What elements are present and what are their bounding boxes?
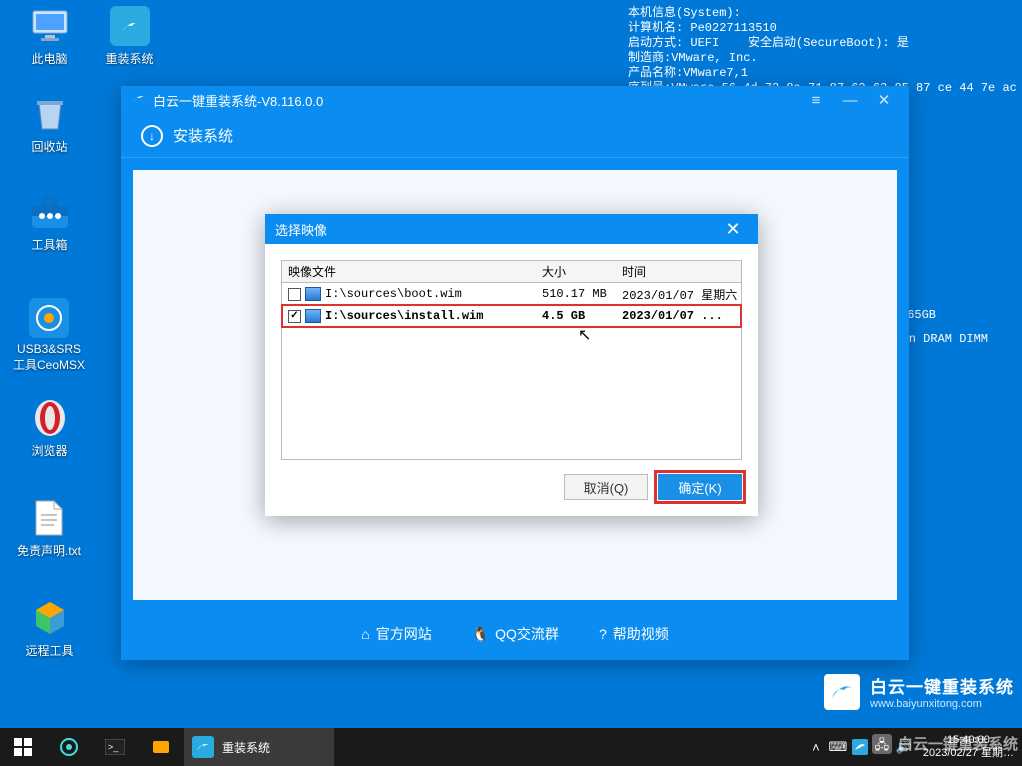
brand-watermark: 白云一键重装系统 www.baiyunxitong.com [824, 673, 1014, 710]
disk-icon [305, 287, 321, 301]
tray-up-icon[interactable]: ˄ [805, 740, 827, 755]
start-button[interactable] [0, 728, 46, 766]
table-header: 映像文件 大小 时间 [282, 261, 741, 283]
desktop-icon-label: 免责声明.txt [8, 542, 90, 559]
desktop-icon-this-pc[interactable]: 此电脑 [12, 6, 87, 67]
reinstall-icon [110, 6, 150, 46]
file-path: I:\sources\install.wim [325, 309, 483, 323]
col-size: 大小 [542, 263, 622, 280]
bg-ram-info: n DRAM DIMM [909, 332, 988, 346]
recycle-bin-icon [30, 94, 70, 134]
col-time: 时间 [622, 263, 741, 280]
disk-icon [305, 309, 321, 323]
desktop-icon-label: USB3&SRS 工具CeoMSX [6, 342, 92, 373]
footer-link-site[interactable]: ⌂ 官方网站 [361, 624, 431, 644]
file-time: 2023/01/07 星期六 [622, 286, 741, 303]
table-row[interactable]: I:\sources\boot.wim 510.17 MB 2023/01/07… [282, 283, 741, 305]
desktop-icon-toolbox[interactable]: 工具箱 [12, 192, 87, 253]
usb-tool-icon [29, 298, 69, 338]
footer-link-qq[interactable]: 🐧 QQ交流群 [472, 624, 559, 644]
system-tray: ˄ ⌨ 🖧 🔊 白云一键重装系统 15:40:00 2023/02/27 星期… [805, 728, 1022, 766]
app-footer: ⌂ 官方网站 🐧 QQ交流群 ? 帮助视频 [121, 624, 909, 644]
footer-link-help[interactable]: ? 帮助视频 [599, 624, 669, 644]
checkbox-icon[interactable]: ✓ [288, 310, 301, 323]
close-button[interactable]: ✕ [867, 86, 901, 114]
taskbar-app-1[interactable] [46, 728, 92, 766]
desktop-icon-remote[interactable]: 远程工具 [12, 598, 87, 659]
dialog-title: 选择映像 [275, 220, 327, 239]
section-header: ↓ 安装系统 [121, 114, 909, 158]
tray-keyboard-icon[interactable]: ⌨ [827, 739, 849, 755]
taskbar: >_ 重装系统 ˄ ⌨ 🖧 🔊 白云一键重装系统 15:40:00 2023/0… [0, 728, 1022, 766]
toolbox-icon [30, 192, 70, 232]
dialog-close-button[interactable]: ✕ [718, 214, 748, 244]
opera-icon [30, 398, 70, 438]
app-title: 白云一键重装系统-V8.116.0.0 [153, 91, 323, 110]
remote-tool-icon [30, 598, 70, 638]
desktop-icon-label: 回收站 [12, 138, 87, 155]
minimize-button[interactable]: — [833, 86, 867, 114]
bg-disk-info: 65GB [907, 308, 936, 322]
brand-badge-icon [824, 674, 860, 710]
desktop-icon-browser[interactable]: 浏览器 [12, 398, 87, 459]
file-size: 510.17 MB [542, 287, 622, 301]
checkbox-icon[interactable] [288, 288, 301, 301]
taskbar-app-3[interactable] [138, 728, 184, 766]
cancel-button[interactable]: 取消(Q) [564, 474, 648, 500]
taskbar-app-2[interactable]: >_ [92, 728, 138, 766]
qq-icon: 🐧 [472, 626, 489, 643]
tray-bird-icon[interactable] [849, 739, 871, 755]
desktop-icon-reinstall[interactable]: 重装系统 [92, 6, 167, 67]
svg-text:>_: >_ [108, 742, 119, 752]
file-time: 2023/01/07 ... [622, 309, 741, 323]
file-path: I:\sources\boot.wim [325, 287, 462, 301]
system-info-block: 本机信息(System): 计算机名: Pe0227113510 启动方式: U… [628, 6, 1022, 96]
download-icon: ↓ [141, 125, 163, 147]
file-size: 4.5 GB [542, 309, 622, 323]
desktop-icon-label: 工具箱 [12, 236, 87, 253]
home-icon: ⌂ [361, 626, 369, 642]
desktop-icon-label: 远程工具 [12, 642, 87, 659]
brand-title: 白云一键重装系统 [870, 673, 1014, 698]
desktop-icon-disclaimer[interactable]: 免责声明.txt [8, 498, 90, 559]
ok-button[interactable]: 确定(K) [658, 474, 742, 500]
col-file: 映像文件 [282, 263, 542, 280]
menu-button[interactable]: ≡ [799, 86, 833, 114]
app-titlebar[interactable]: 白云一键重装系统-V8.116.0.0 ≡ — ✕ [121, 86, 909, 114]
desktop-icon-label: 浏览器 [12, 442, 87, 459]
brand-url: www.baiyunxitong.com [870, 698, 1014, 710]
desktop-icon-recycle-bin[interactable]: 回收站 [12, 94, 87, 155]
dialog-titlebar[interactable]: 选择映像 ✕ [265, 214, 758, 244]
table-row[interactable]: ✓ I:\sources\install.wim 4.5 GB 2023/01/… [282, 305, 741, 327]
app-logo-icon [129, 91, 147, 109]
desktop-icon-label: 此电脑 [12, 50, 87, 67]
taskbar-running-app[interactable]: 重装系统 [184, 728, 334, 766]
help-icon: ? [599, 626, 607, 642]
computer-icon [30, 6, 70, 46]
desktop-icon-usb3[interactable]: USB3&SRS 工具CeoMSX [6, 298, 92, 373]
desktop-icon-label: 重装系统 [92, 50, 167, 67]
faint-watermark: 白云一键重装系统 [872, 733, 1018, 754]
select-image-dialog: 选择映像 ✕ 映像文件 大小 时间 I:\sources\boot.wim 51… [265, 214, 758, 516]
section-title: 安装系统 [173, 125, 233, 146]
image-table: 映像文件 大小 时间 I:\sources\boot.wim 510.17 MB… [281, 260, 742, 460]
text-file-icon [29, 498, 69, 538]
taskbar-app-label: 重装系统 [222, 739, 270, 756]
